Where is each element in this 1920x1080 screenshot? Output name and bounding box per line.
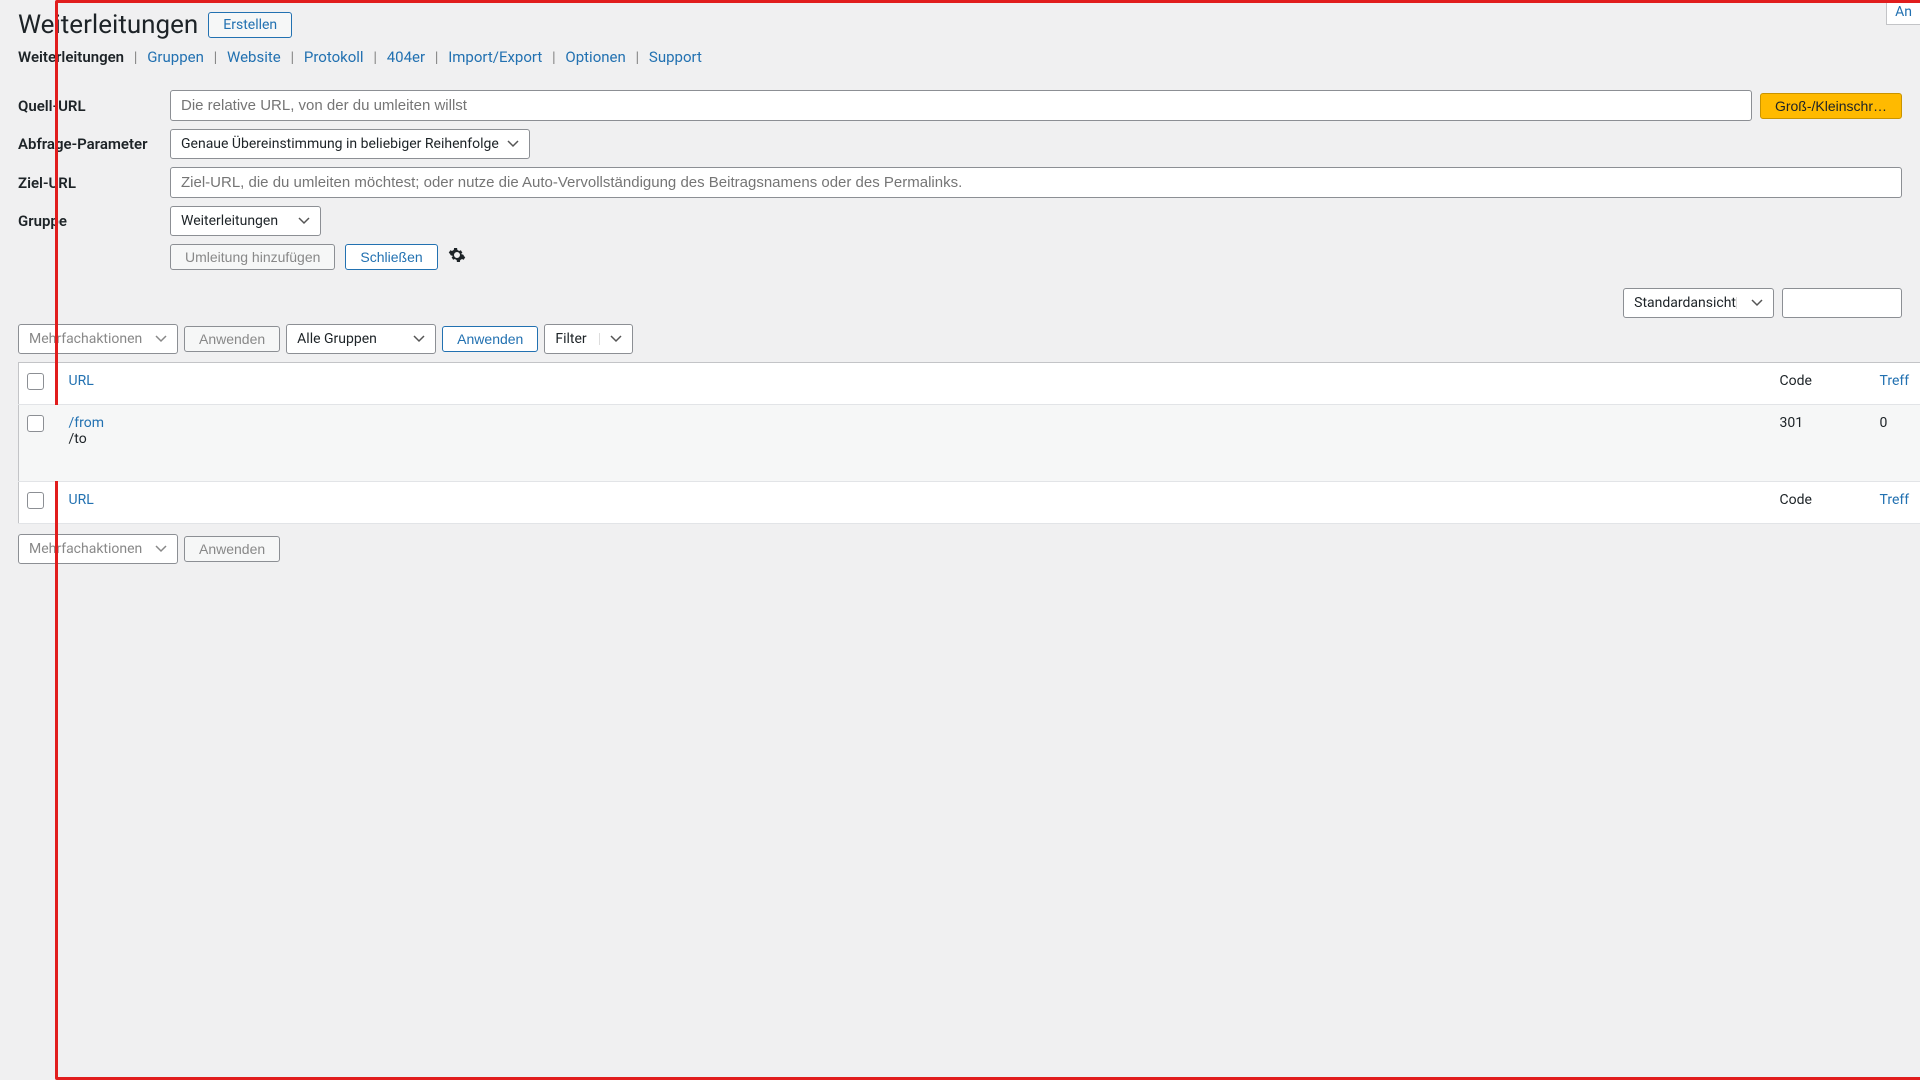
select-all-checkbox-footer[interactable] — [27, 492, 44, 509]
close-button[interactable]: Schließen — [345, 244, 437, 270]
query-param-value: Genaue Übereinstimmung in beliebiger Rei… — [181, 136, 499, 152]
display-select[interactable]: Standardansicht — [1623, 288, 1774, 318]
tab-groups[interactable]: Gruppen — [147, 48, 204, 66]
add-redirect-button[interactable]: Umleitung hinzufügen — [170, 244, 335, 270]
chevron-down-icon — [507, 138, 519, 150]
bulk-actions-value: Mehrfachaktionen — [29, 331, 142, 347]
group-filter-value: Alle Gruppen — [297, 331, 377, 347]
bulk-actions-select[interactable]: Mehrfachaktionen — [18, 324, 178, 354]
group-label: Gruppe — [18, 212, 170, 230]
bulk-apply-button[interactable]: Anwenden — [184, 326, 280, 352]
redirects-table: URL Code Treff /from /to 301 0 URL Code — [18, 362, 1920, 524]
tab-website[interactable]: Website — [227, 48, 281, 66]
create-button[interactable]: Erstellen — [208, 12, 292, 38]
source-url-input[interactable] — [170, 90, 1752, 121]
chevron-down-icon — [599, 333, 622, 345]
tab-404[interactable]: 404er — [387, 48, 425, 66]
bulk-actions-value-bottom: Mehrfachaktionen — [29, 541, 142, 557]
filter-apply-button[interactable]: Anwenden — [442, 326, 538, 352]
gear-icon[interactable] — [448, 246, 466, 268]
query-param-label: Abfrage-Parameter — [18, 135, 170, 153]
filter-label: Filter — [555, 331, 586, 347]
row-source-url[interactable]: /from — [69, 415, 1764, 431]
row-target-url: /to — [69, 431, 1764, 447]
col-code: Code — [1780, 373, 1812, 389]
tab-options[interactable]: Optionen — [565, 48, 625, 66]
select-all-checkbox[interactable] — [27, 373, 44, 390]
chevron-down-icon — [383, 333, 425, 345]
target-url-label: Ziel-URL — [18, 174, 170, 192]
target-url-input[interactable] — [170, 167, 1902, 198]
table-row[interactable]: /from /to 301 0 — [19, 405, 1920, 482]
row-code: 301 — [1772, 405, 1872, 482]
filter-select[interactable]: Filter — [544, 324, 632, 354]
top-right-button[interactable]: An — [1886, 0, 1920, 25]
case-button[interactable]: Groß-/Kleinschr… — [1760, 93, 1902, 119]
tab-importexport[interactable]: Import/Export — [448, 48, 542, 66]
tab-nav: Weiterleitungen | Gruppen | Website | Pr… — [18, 48, 1902, 66]
search-input[interactable] — [1782, 288, 1902, 318]
row-checkbox[interactable] — [27, 415, 44, 432]
group-select[interactable]: Weiterleitungen — [170, 206, 321, 236]
group-filter-select[interactable]: Alle Gruppen — [286, 324, 436, 354]
chevron-down-icon — [155, 333, 167, 345]
col-code-footer: Code — [1780, 492, 1812, 508]
source-url-label: Quell-URL — [18, 97, 170, 115]
chevron-down-icon — [278, 215, 310, 227]
query-param-select[interactable]: Genaue Übereinstimmung in beliebiger Rei… — [170, 129, 530, 159]
display-value: Standardansicht — [1634, 295, 1736, 311]
bulk-apply-button-bottom[interactable]: Anwenden — [184, 536, 280, 562]
col-url-footer[interactable]: URL — [69, 492, 94, 508]
chevron-down-icon — [1736, 297, 1763, 309]
tab-log[interactable]: Protokoll — [304, 48, 364, 66]
col-url[interactable]: URL — [69, 373, 94, 389]
col-hits-footer[interactable]: Treff — [1880, 492, 1910, 508]
tab-redirections[interactable]: Weiterleitungen — [18, 48, 124, 66]
bulk-actions-select-bottom[interactable]: Mehrfachaktionen — [18, 534, 178, 564]
tab-support[interactable]: Support — [649, 48, 702, 66]
col-hits[interactable]: Treff — [1880, 373, 1910, 389]
chevron-down-icon — [155, 543, 167, 555]
row-hits: 0 — [1872, 405, 1920, 482]
group-select-value: Weiterleitungen — [181, 213, 278, 229]
page-title: Weiterleitungen — [18, 10, 198, 40]
